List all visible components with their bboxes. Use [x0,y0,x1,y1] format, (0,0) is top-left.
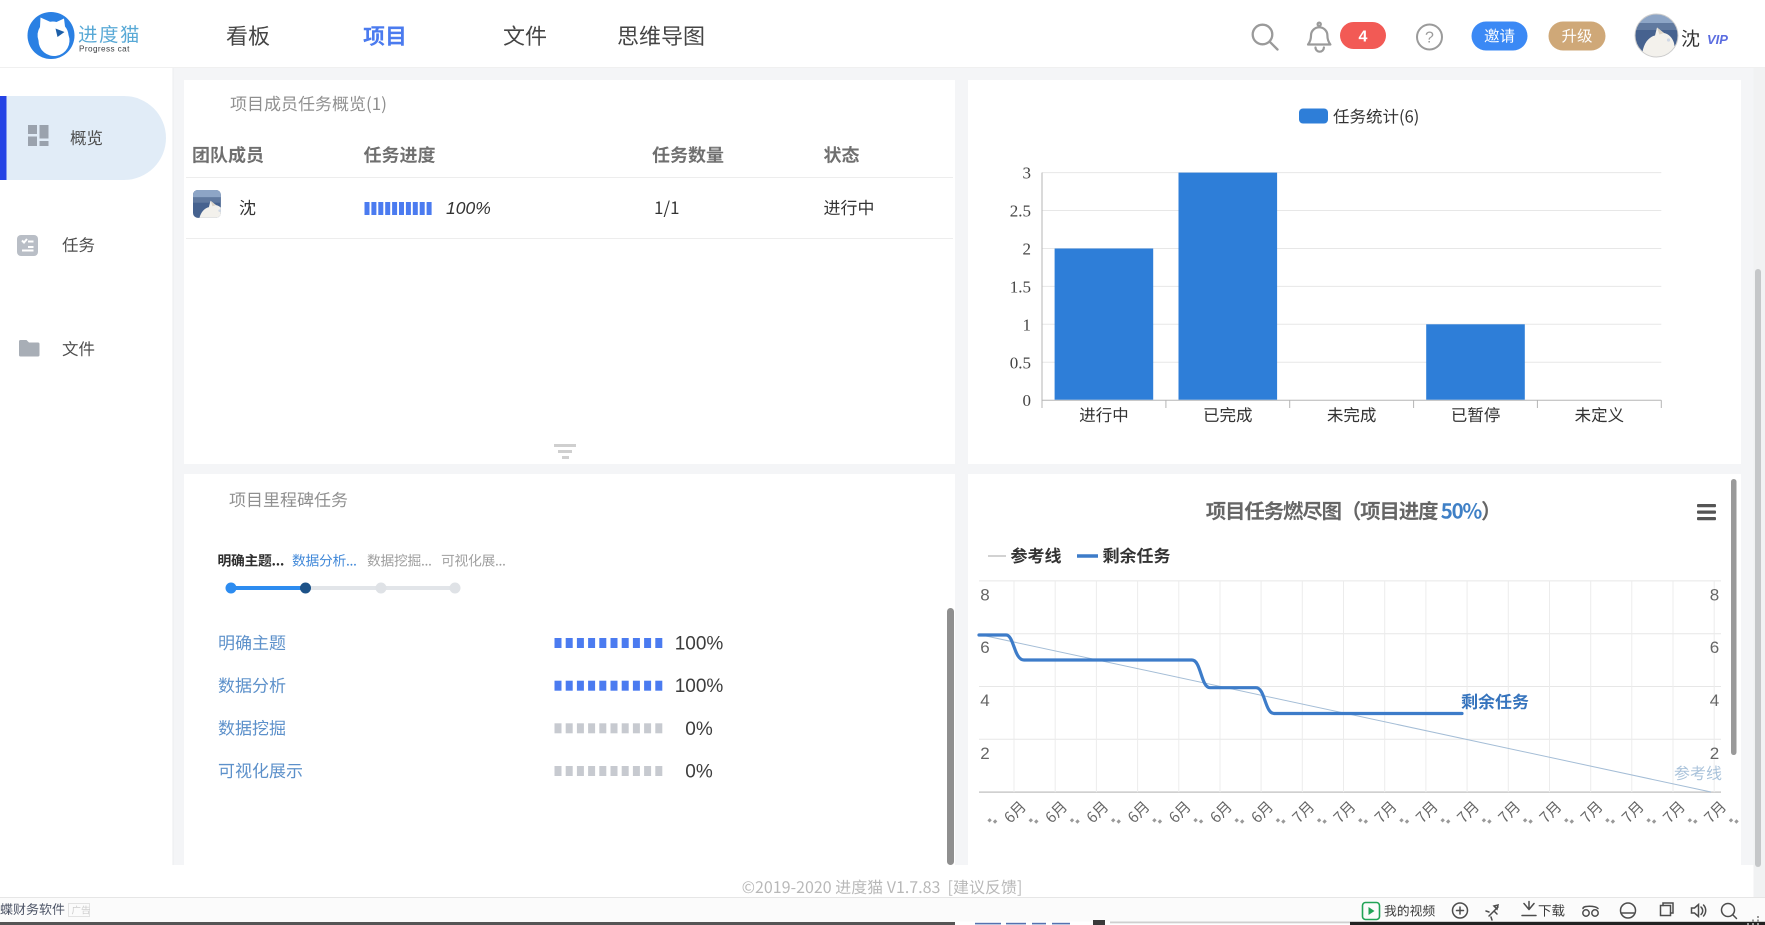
svg-text:1.5: 1.5 [1010,277,1031,296]
svg-text:100%: 100% [675,634,724,655]
svg-text:0.5: 0.5 [1010,353,1031,372]
svg-text:8: 8 [1710,585,1719,604]
svg-text:6: 6 [1710,638,1719,657]
svg-text:0: 0 [1023,391,1032,410]
svg-text:1: 1 [1023,315,1032,334]
svg-text:8: 8 [980,585,989,604]
svg-text:0%: 0% [685,762,713,783]
svg-text:0%: 0% [685,719,713,740]
svg-text:3: 3 [1023,164,1032,183]
svg-text:VIP: VIP [1707,32,1728,47]
svg-text:100%: 100% [446,198,491,218]
svg-text:2: 2 [980,744,989,763]
svg-text:2.5: 2.5 [1010,202,1031,221]
svg-text:4: 4 [1710,691,1719,710]
svg-text:6: 6 [980,638,989,657]
svg-text:2: 2 [1023,240,1032,259]
svg-text:Progress cat: Progress cat [79,45,130,54]
svg-text:4: 4 [980,691,989,710]
svg-text:100%: 100% [675,676,724,697]
svg-text:?: ? [1425,30,1434,47]
svg-text:4: 4 [1359,29,1368,46]
svg-text:2: 2 [1710,744,1719,763]
